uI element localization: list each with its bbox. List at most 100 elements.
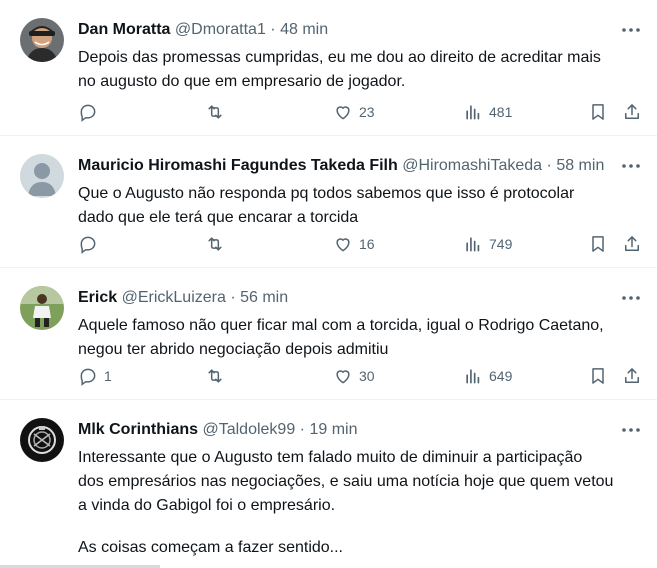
action-bar: 23 481 (78, 100, 643, 124)
more-dots-icon (622, 296, 640, 300)
reply-button[interactable] (78, 100, 104, 124)
reply-button[interactable] (78, 232, 104, 256)
more-options-button[interactable] (621, 156, 641, 176)
heart-icon (336, 370, 350, 384)
more-options-button[interactable] (621, 288, 641, 308)
reply-icon (80, 104, 96, 122)
share-button[interactable] (622, 100, 642, 124)
more-options-button[interactable] (621, 420, 641, 440)
handle[interactable]: @HiromashiTakeda (402, 156, 542, 176)
tweet-header: Erick @ErickLuizera · 56 min (78, 288, 609, 308)
bookmark-button[interactable] (588, 100, 608, 124)
reply-button[interactable]: 1 (78, 364, 112, 388)
separator-dot: · (546, 157, 552, 174)
football-player-avatar-icon (20, 286, 64, 330)
tweet-text: Aquele famoso não quer ficar mal com a t… (78, 314, 639, 362)
separator-dot: · (299, 421, 305, 438)
tweet-text-line: Depois das promessas cumpridas, eu me do… (78, 49, 601, 66)
tweet-text-line: Interessante que o Augusto tem falado mu… (78, 449, 583, 466)
bookmark-button[interactable] (588, 232, 608, 256)
tweet-text-line: Que o Augusto não responda pq todos sabe… (78, 185, 575, 202)
display-name[interactable]: Mauricio Hiromashi Fagundes Takeda Filh (78, 157, 398, 174)
tweet-3[interactable]: Erick @ErickLuizera · 56 min Aquele famo… (0, 268, 657, 400)
tweet-text-line: a vinda do Gabigol foi o empresário. (78, 497, 336, 514)
display-name[interactable]: Dan Moratta (78, 21, 170, 38)
reply-icon (80, 236, 96, 254)
view-count: 649 (489, 368, 513, 384)
views-button[interactable]: 481 (463, 100, 512, 124)
tweet-header: Mauricio Hiromashi Fagundes Takeda Filh … (78, 156, 609, 176)
handle[interactable]: @ErickLuizera (122, 289, 226, 306)
share-icon (625, 368, 639, 383)
like-count: 16 (359, 236, 375, 252)
reply-icon (80, 368, 96, 386)
more-dots-icon (622, 164, 640, 168)
more-dots-icon (622, 28, 640, 32)
tweet-text-line: dos empresários nas negociações, e saiu … (78, 473, 614, 490)
bookmark-button[interactable] (588, 364, 608, 388)
action-bar: 1 30 649 (78, 364, 643, 388)
like-count: 23 (359, 104, 375, 120)
avatar[interactable] (20, 286, 64, 330)
tweet-text-line: dado que ele terá que encarar a torcida (78, 209, 359, 226)
like-count: 30 (359, 368, 375, 384)
handle[interactable]: @Taldolek99 (202, 421, 295, 438)
retweet-icon (208, 105, 222, 119)
heart-icon (336, 106, 350, 120)
tweet-text: Interessante que o Augusto tem falado mu… (78, 446, 639, 560)
timestamp[interactable]: 58 min (556, 157, 604, 174)
man-with-cap-avatar-icon (20, 18, 64, 62)
tweet-text-line: no augusto do que em empresario de jogad… (78, 73, 406, 90)
tweet-1[interactable]: Dan Moratta @Dmoratta1 · 48 min Depois d… (0, 0, 657, 136)
like-button[interactable]: 23 (333, 100, 375, 124)
retweet-icon (208, 237, 222, 251)
separator-dot: · (270, 21, 276, 38)
analytics-icon (466, 369, 480, 384)
share-icon (625, 236, 639, 251)
tweet-text-line: Aquele famoso não quer ficar mal com a t… (78, 317, 604, 334)
tweet-text-line: negou ter abrido negociação depois admit… (78, 341, 389, 358)
bookmark-icon (592, 368, 604, 384)
retweet-icon (208, 369, 222, 383)
corinthians-crest-icon (20, 418, 64, 462)
like-button[interactable]: 16 (333, 232, 375, 256)
share-button[interactable] (622, 232, 642, 256)
views-button[interactable]: 749 (463, 232, 512, 256)
avatar[interactable] (20, 154, 64, 198)
default-profile-icon (20, 154, 64, 198)
more-dots-icon (622, 428, 640, 432)
analytics-icon (466, 237, 480, 252)
views-button[interactable]: 649 (463, 364, 512, 388)
more-options-button[interactable] (621, 20, 641, 40)
avatar[interactable] (20, 418, 64, 462)
display-name[interactable]: Mlk Corinthians (78, 421, 198, 438)
tweet-header: Mlk Corinthians @Taldolek99 · 19 min (78, 420, 609, 440)
avatar[interactable] (20, 18, 64, 62)
tweet-2[interactable]: Mauricio Hiromashi Fagundes Takeda Filh … (0, 136, 657, 268)
retweet-button[interactable] (205, 364, 231, 388)
share-icon (625, 104, 639, 119)
tweet-4[interactable]: Mlk Corinthians @Taldolek99 · 19 min Int… (0, 400, 657, 568)
tweet-feed: Dan Moratta @Dmoratta1 · 48 min Depois d… (0, 0, 657, 568)
tweet-text: Depois das promessas cumpridas, eu me do… (78, 46, 639, 94)
tweet-text: Que o Augusto não responda pq todos sabe… (78, 182, 639, 230)
handle[interactable]: @Dmoratta1 (175, 21, 266, 38)
action-bar: 16 749 (78, 232, 643, 256)
tweet-text-line: As coisas começam a fazer sentido... (78, 539, 343, 556)
heart-icon (336, 238, 350, 252)
like-button[interactable]: 30 (333, 364, 375, 388)
tweet-header: Dan Moratta @Dmoratta1 · 48 min (78, 20, 609, 40)
display-name[interactable]: Erick (78, 289, 117, 306)
separator-dot: · (230, 289, 236, 306)
share-button[interactable] (622, 364, 642, 388)
timestamp[interactable]: 19 min (309, 421, 357, 438)
view-count: 481 (489, 104, 513, 120)
view-count: 749 (489, 236, 513, 252)
reply-count: 1 (104, 368, 112, 384)
retweet-button[interactable] (205, 100, 231, 124)
analytics-icon (466, 105, 480, 120)
timestamp[interactable]: 48 min (280, 21, 328, 38)
retweet-button[interactable] (205, 232, 231, 256)
bookmark-icon (592, 104, 604, 120)
timestamp[interactable]: 56 min (240, 289, 288, 306)
